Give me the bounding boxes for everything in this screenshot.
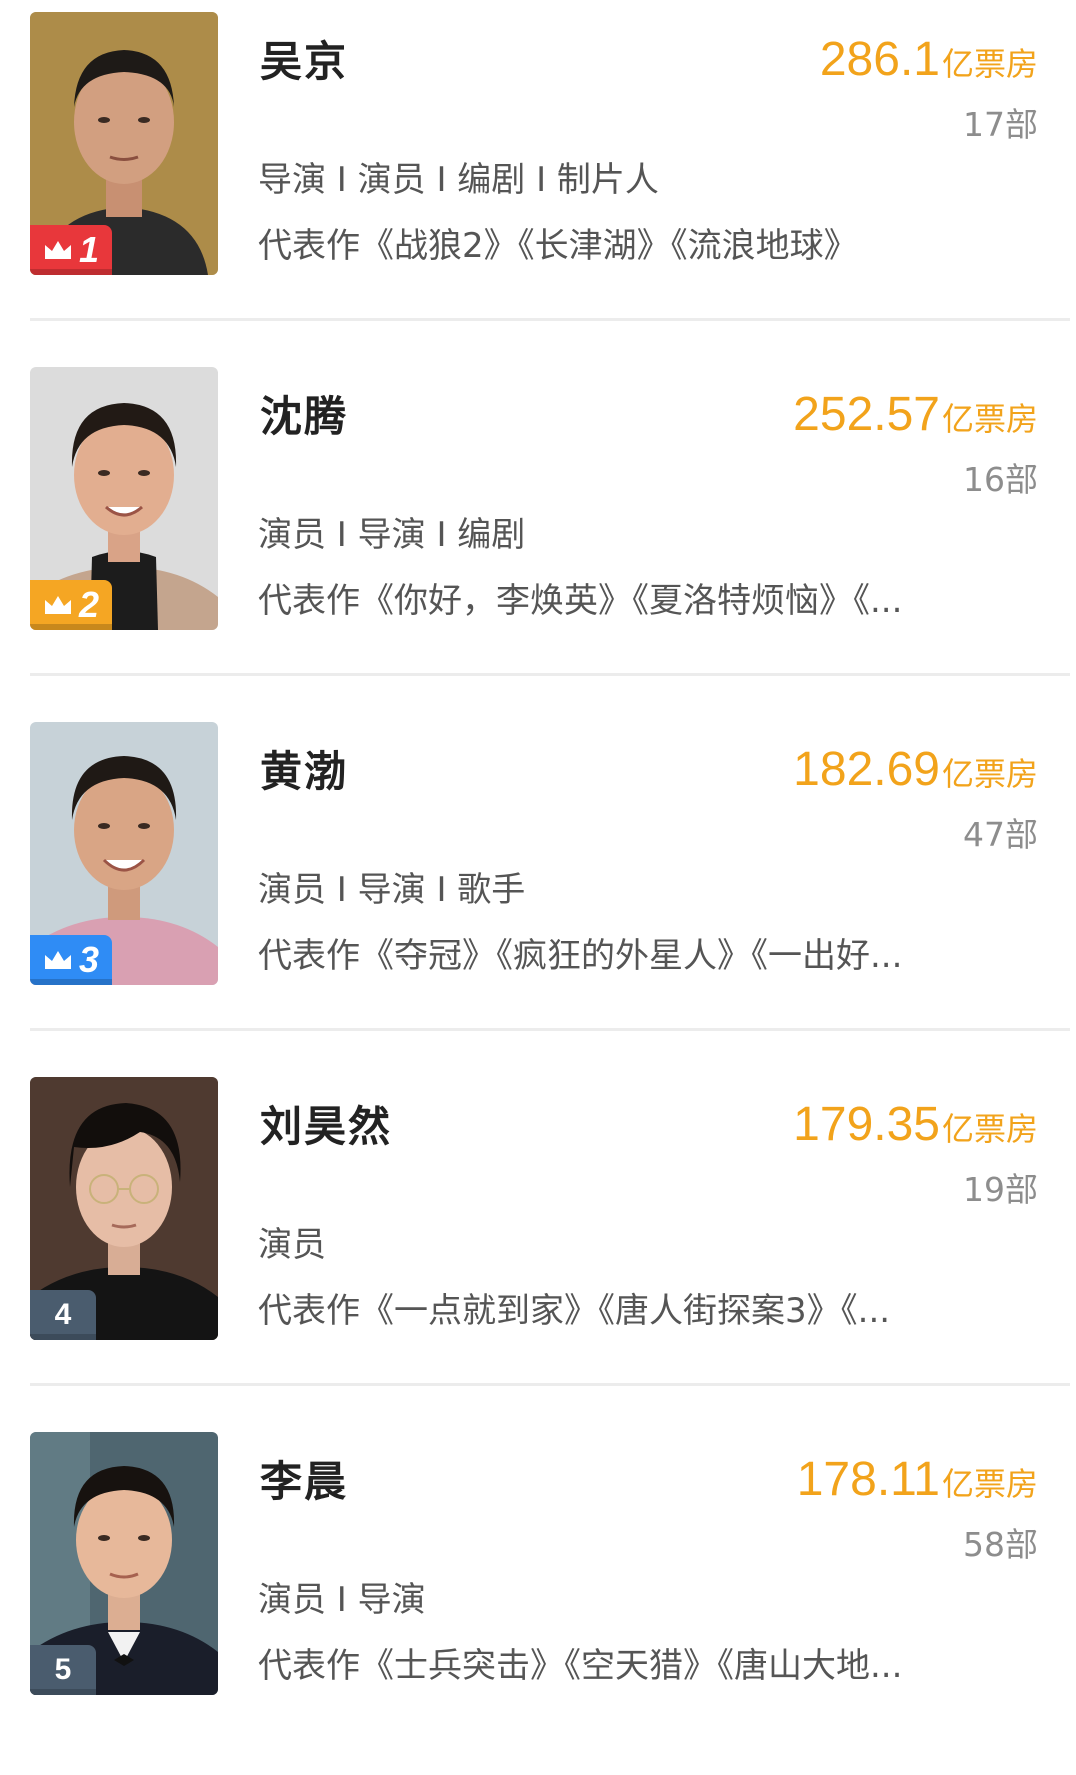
boxoffice-value: 179.35 bbox=[793, 1098, 940, 1151]
boxoffice-unit: 亿票房 bbox=[941, 45, 1038, 83]
boxoffice: 252.57亿票房 bbox=[793, 387, 1038, 442]
divider bbox=[30, 318, 1070, 321]
divider bbox=[30, 1383, 1070, 1386]
boxoffice-unit: 亿票房 bbox=[941, 1465, 1038, 1503]
rank-badge: 1 bbox=[30, 225, 112, 275]
film-count: 17部 bbox=[963, 105, 1038, 144]
roles: 演员 bbox=[258, 1225, 326, 1265]
crown-icon bbox=[44, 596, 71, 614]
boxoffice: 179.35亿票房 bbox=[793, 1097, 1038, 1152]
boxoffice: 286.1亿票房 bbox=[820, 32, 1038, 87]
roles: 演员 I 导演 I 编剧 bbox=[258, 515, 526, 555]
representative-works[interactable]: 代表作《夺冠》《疯狂的外星人》《一出好... bbox=[258, 928, 1028, 977]
rank-badge: 3 bbox=[30, 935, 112, 985]
boxoffice-value: 182.69 bbox=[793, 743, 940, 796]
roles: 演员 I 导演 bbox=[258, 1580, 426, 1620]
rank-number: 1 bbox=[78, 229, 100, 270]
boxoffice-value: 286.1 bbox=[819, 33, 940, 86]
rank-number: 3 bbox=[78, 939, 100, 980]
person-name[interactable]: 李晨 bbox=[260, 1448, 348, 1509]
boxoffice-unit: 亿票房 bbox=[941, 1110, 1038, 1148]
roles: 导演 I 演员 I 编剧 I 制片人 bbox=[258, 160, 659, 200]
film-count: 19部 bbox=[963, 1170, 1038, 1209]
rank-number: 4 bbox=[54, 1298, 72, 1331]
representative-works[interactable]: 代表作《一点就到家》《唐人街探案3》《... bbox=[258, 1283, 1028, 1332]
boxoffice-unit: 亿票房 bbox=[941, 400, 1038, 438]
film-count: 16部 bbox=[963, 460, 1038, 499]
ranking-row[interactable]: 3 黄渤 182.69亿票房 47部 演员 I 导演 I 歌手 代表作《夺冠》《… bbox=[0, 710, 1076, 1065]
roles: 演员 I 导演 I 歌手 bbox=[258, 870, 526, 910]
person-name[interactable]: 黄渤 bbox=[260, 738, 348, 799]
representative-works[interactable]: 代表作《战狼2》《长津湖》《流浪地球》 bbox=[258, 218, 1028, 267]
ranking-row[interactable]: 4 刘昊然 179.35亿票房 19部 演员 代表作《一点就到家》《唐人街探案3… bbox=[0, 1065, 1076, 1420]
avatar[interactable]: 4 bbox=[30, 1077, 218, 1340]
divider bbox=[30, 1028, 1070, 1031]
ranking-row[interactable]: 1 吴京 286.1亿票房 17部 导演 I 演员 I 编剧 I 制片人 代表作… bbox=[0, 0, 1076, 355]
boxoffice: 182.69亿票房 bbox=[793, 742, 1038, 797]
person-name[interactable]: 刘昊然 bbox=[260, 1093, 392, 1154]
avatar[interactable]: 3 bbox=[30, 722, 218, 985]
rank-number: 2 bbox=[78, 584, 100, 625]
rank-number: 5 bbox=[54, 1653, 72, 1686]
avatar[interactable]: 5 bbox=[30, 1432, 218, 1695]
avatar[interactable]: 2 bbox=[30, 367, 218, 630]
crown-icon bbox=[44, 951, 71, 969]
boxoffice: 178.11亿票房 bbox=[797, 1452, 1038, 1507]
boxoffice-unit: 亿票房 bbox=[941, 755, 1038, 793]
person-name[interactable]: 沈腾 bbox=[260, 383, 348, 444]
avatar[interactable]: 1 bbox=[30, 12, 218, 275]
representative-works[interactable]: 代表作《士兵突击》《空天猎》《唐山大地... bbox=[258, 1638, 1028, 1687]
ranking-row[interactable]: 2 沈腾 252.57亿票房 16部 演员 I 导演 I 编剧 代表作《你好，李… bbox=[0, 355, 1076, 710]
rank-badge: 2 bbox=[30, 580, 112, 630]
ranking-row[interactable]: 5 李晨 178.11亿票房 58部 演员 I 导演 代表作《士兵突击》《空天猎… bbox=[0, 1420, 1076, 1775]
person-name[interactable]: 吴京 bbox=[260, 28, 348, 89]
rank-badge: 5 bbox=[30, 1645, 96, 1695]
rank-badge: 4 bbox=[30, 1290, 96, 1340]
divider bbox=[30, 673, 1070, 676]
boxoffice-value: 178.11 bbox=[796, 1453, 940, 1506]
film-count: 47部 bbox=[963, 815, 1038, 854]
film-count: 58部 bbox=[963, 1525, 1038, 1564]
crown-icon bbox=[44, 241, 71, 259]
boxoffice-value: 252.57 bbox=[793, 388, 940, 441]
representative-works[interactable]: 代表作《你好，李焕英》《夏洛特烦恼》《... bbox=[258, 573, 1028, 622]
